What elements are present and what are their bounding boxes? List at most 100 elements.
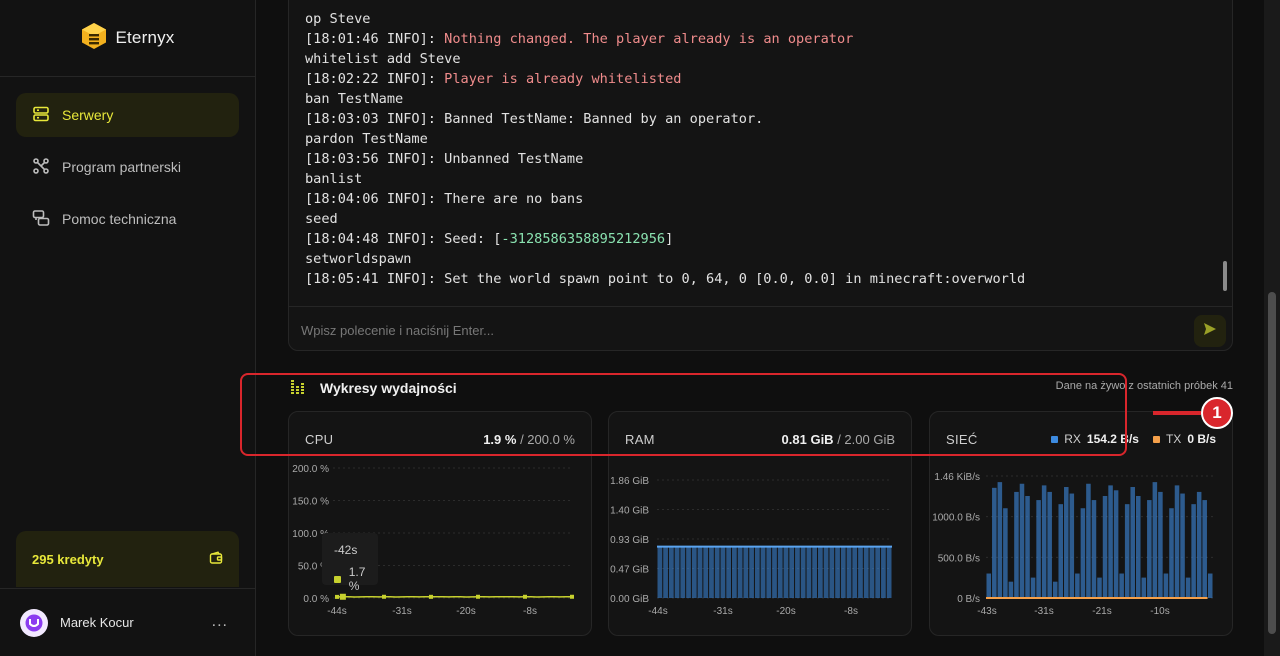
console-log[interactable]: op Steve [18:01:46 INFO]: Nothing changed… [305,9,1025,289]
console-line: [18:03:03 INFO]: Banned TestName: Banned… [305,111,764,127]
ram-bar [823,546,829,598]
console-line-highlight: Player is already whitelisted [444,71,682,87]
ram-bar [668,546,674,598]
annotation-connector [1153,411,1201,415]
credits-panel[interactable]: 295 kredyty [16,531,239,587]
send-icon [1203,322,1217,341]
console-line: [18:05:41 INFO]: Set the world spawn poi… [305,271,1026,287]
rx-bar [1041,485,1047,598]
credits-label: 295 kredyty [32,551,104,567]
ram-bar [749,546,754,598]
rx-bar [997,482,1003,598]
x-tick-label: -31s [713,606,732,617]
console-scrollbar-thumb[interactable] [1223,261,1227,291]
cpu-chart[interactable]: 200.0 %150.0 %100.0 %50.0 %0.0 %-44s -31s… [289,412,593,637]
cpu-data-point [570,594,574,599]
y-tick-label: 150.0 % [292,497,329,508]
rx-bar [1086,483,1091,598]
performance-note: Dane na żywo z ostatnich próbek 41 [1055,380,1233,392]
x-tick-label: -8s [523,606,537,617]
ram-bar [743,546,749,598]
cpu-data-point [335,594,339,599]
console-line-prefix: [18:02:22 INFO]: [305,71,445,87]
rx-bar [1180,493,1185,598]
rx-bar [1069,493,1075,598]
console-line: seed [305,211,338,227]
ram-bar [709,546,714,598]
network-chart[interactable]: 1.46 KiB/s 1000.0 B/s 500.0 B/s 0 B/s-43s -3… [930,412,1234,637]
ram-bar [760,546,766,598]
ram-bar [881,546,886,598]
cpu-card: CPU 1.9 % / 200.0 % 200.0 % 150.0 % 100.0 … [288,411,592,636]
x-tick-label: -44s [327,606,346,617]
rx-bar [992,487,997,598]
ram-bar [806,546,812,598]
rx-bar [1185,577,1191,598]
support-icon [32,209,50,230]
console-line: whitelist add Steve [305,51,461,67]
ram-bar [754,546,760,598]
rx-bar [1058,504,1064,598]
tooltip-value: 1.7 % [348,565,366,593]
y-tick-label: 0.47 GiB [610,565,649,576]
tooltip-value-row: 1.7 % [334,565,378,593]
console-line: ban TestName [305,91,404,107]
sidebar-item-label: Pomoc techniczna [62,211,177,227]
ram-bar [772,546,777,598]
rx-bar [1119,573,1124,598]
rx-bar [1202,500,1207,598]
rx-bar [1030,577,1036,598]
affiliate-icon [32,157,50,178]
x-tick-label: -43s [977,606,996,617]
sidebar-item-label: Program partnerski [62,159,182,175]
page-scrollbar[interactable] [1264,0,1280,656]
equalizer-icon [290,378,306,399]
cpu-data-point [523,594,527,599]
send-button[interactable] [1194,315,1226,347]
sidebar: Eternyx Serwery Program partnerski Pomoc… [0,0,256,656]
rx-bar [1191,504,1196,598]
console-line: [18:02:22 INFO]: Player is already white… [305,69,1025,89]
sidebar-item-program-partnerski[interactable]: Program partnerski [16,145,239,189]
command-input[interactable] [301,317,1181,343]
rx-bar [1158,491,1163,598]
cpu-hover-point [339,593,346,600]
ram-bar [714,546,720,598]
y-tick-label: 1.46 KiB/s [934,472,980,483]
rx-bar [1169,508,1174,598]
x-tick-label: -21s [1092,606,1111,617]
console-line-highlight: Nothing changed. The player already is a… [444,31,854,47]
user-profile[interactable]: Marek Kocur ... [0,588,256,656]
rx-bar [1052,581,1058,598]
y-tick-label: 1.40 GiB [610,506,649,517]
ram-bar [789,546,795,598]
rx-bar [986,573,992,598]
console-line: [18:04:48 INFO]: Seed: [-312858635889521… [305,229,1025,249]
sidebar-item-pomoc-techniczna[interactable]: Pomoc techniczna [16,197,239,241]
ram-chart[interactable]: 1.86 GiB 1.40 GiB 0.93 GiB 0.47 GiB 0.00 GiB… [609,412,913,637]
console-line: banlist [305,171,363,187]
annotation-badge: 1 [1201,397,1233,429]
wallet-icon[interactable] [209,550,223,568]
rx-bar [1113,490,1119,598]
brand-name: Eternyx [115,28,175,47]
rx-bar [1102,495,1108,598]
network-card: SIEĆ RX 154.2 B/s TX 0 B/s 1.46 KiB/s 100… [929,411,1233,636]
user-menu-icon[interactable]: ... [212,613,228,631]
ram-bar [886,546,892,598]
ram-bar [800,546,806,598]
rx-bar [1196,491,1202,598]
ram-bar [840,546,846,598]
ram-bar [766,546,772,598]
rx-bar [1019,483,1025,598]
page-scrollbar-thumb[interactable] [1268,292,1276,634]
rx-bar [1141,577,1147,598]
ram-bar [691,546,697,598]
brand[interactable]: Eternyx [0,0,256,77]
ram-bar [726,546,732,598]
tooltip-time: -42s [334,543,358,557]
rx-bar [1014,491,1019,598]
rx-bar [1207,573,1213,598]
console-scrollbar[interactable] [1222,1,1228,297]
sidebar-item-serwery[interactable]: Serwery [16,93,239,137]
